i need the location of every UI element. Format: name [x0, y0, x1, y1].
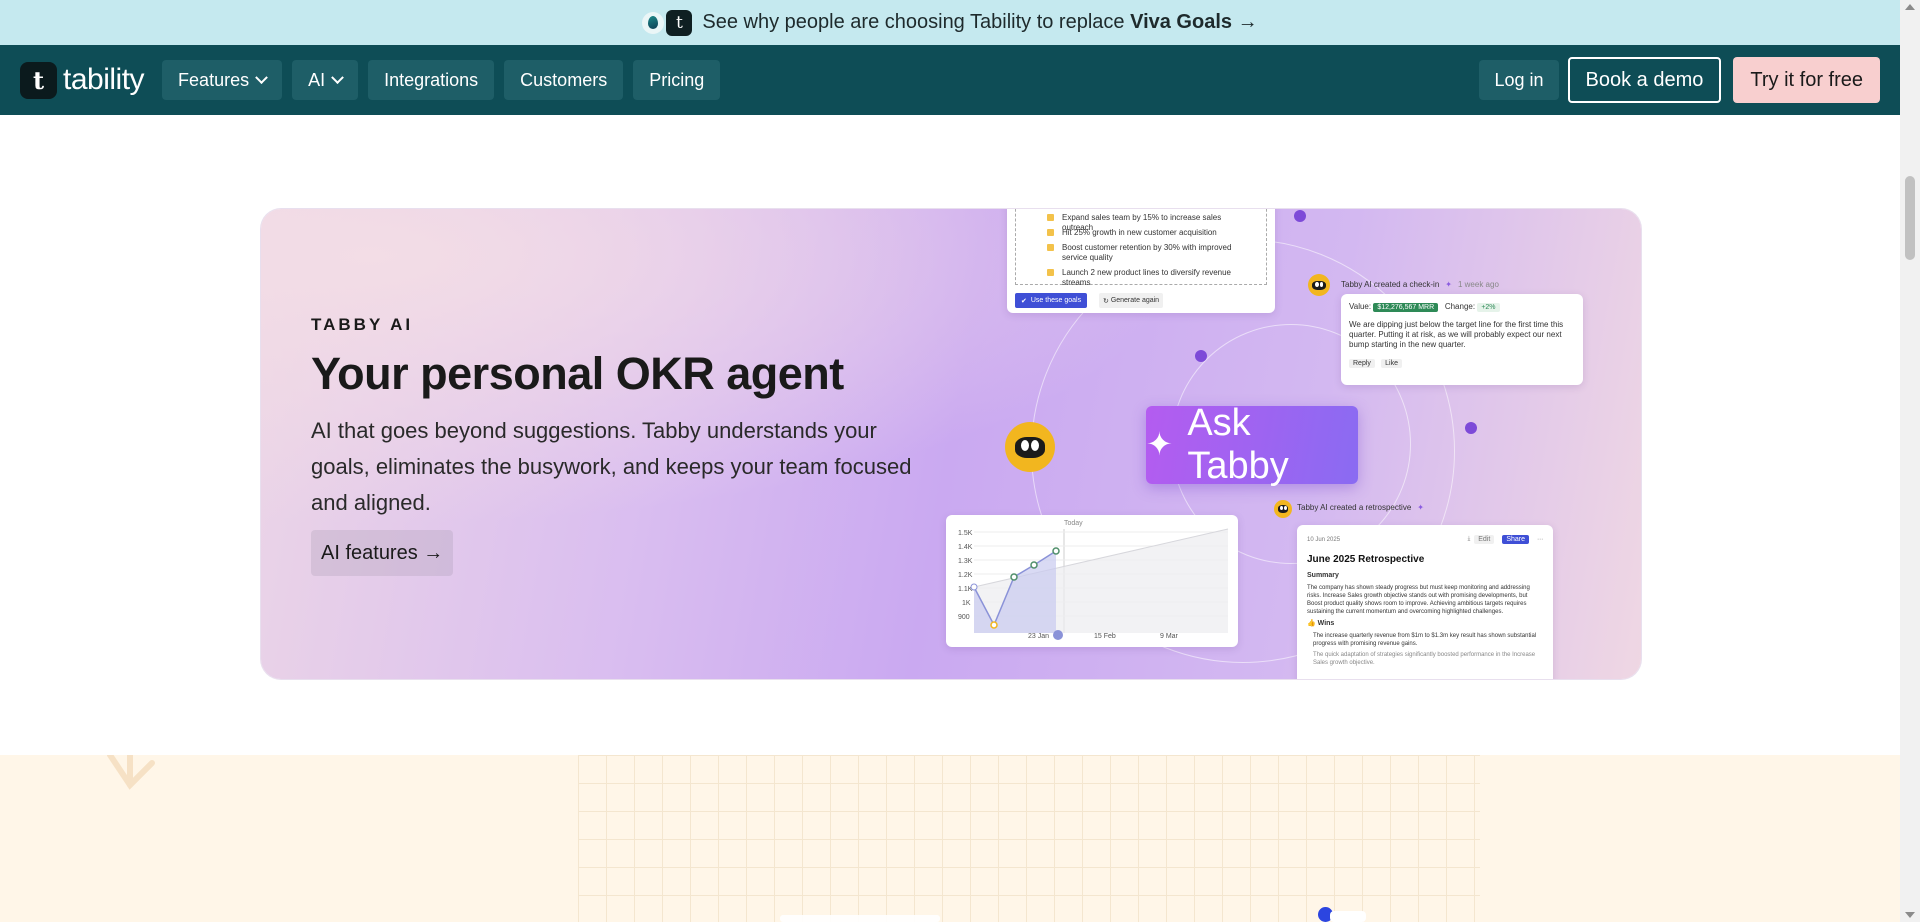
sparkle-icon: ✦: [1417, 503, 1424, 512]
svg-text:900: 900: [958, 614, 970, 621]
scroll-thumb[interactable]: [1905, 176, 1915, 260]
progress-chart: Today 1.5K 1.4K 1.3K 1.2K 1.1K 1K 900 23…: [958, 520, 1229, 640]
illustration-edge: [780, 915, 940, 922]
nav-item-customers[interactable]: Customers: [504, 60, 624, 100]
today-label: Today: [1064, 520, 1083, 527]
main-nav: t tability Features AI Integrations Cust…: [0, 45, 1900, 115]
progress-point: [970, 583, 978, 591]
sparkle-icon: [1146, 424, 1175, 464]
retro-header: Tabby AI created a retrospective ✦: [1297, 503, 1424, 512]
goal-item: Hit 25% growth in new customer acquisiti…: [1047, 228, 1247, 238]
check-circle-icon: ✔: [1021, 297, 1027, 305]
orbit-dot: [1465, 422, 1477, 434]
x-tick: 23 Jan: [1028, 633, 1049, 640]
generate-again-button[interactable]: ↻ Generate again: [1099, 293, 1164, 308]
goal-item: Boost customer retention by 30% with imp…: [1047, 243, 1247, 263]
announcement-logos: t: [642, 9, 693, 36]
checkin-header: Tabby AI created a check-in ✦ 1 week ago: [1341, 280, 1499, 289]
arrow-down-decoration-icon: [107, 755, 155, 790]
nav-item-ai[interactable]: AI: [292, 60, 359, 100]
y-ticks: 1.5K 1.4K 1.3K 1.2K 1.1K 1K 900: [958, 530, 973, 621]
more-icon[interactable]: ⋯: [1537, 536, 1543, 543]
ask-tabby-button[interactable]: Ask Tabby: [1146, 402, 1358, 487]
progress-point: [1030, 561, 1038, 569]
goal-icon: [1047, 244, 1054, 251]
scroll-up-icon[interactable]: [1905, 4, 1915, 10]
summary-label: Summary: [1307, 572, 1339, 579]
lower-section: [0, 755, 1900, 922]
suggested-goals-panel: Expand sales team by 15% to increase sal…: [1007, 209, 1275, 313]
page-scrollbar[interactable]: [1900, 0, 1920, 922]
today-marker-icon: [1053, 630, 1063, 640]
checkin-text: We are dipping just below the target lin…: [1349, 320, 1564, 349]
nav-item-pricing[interactable]: Pricing: [633, 60, 721, 100]
grid-decoration: [578, 755, 1480, 922]
announcement-text: See why people are choosing Tability to …: [702, 11, 1258, 33]
chevron-down-icon: [255, 70, 268, 84]
progress-chart-panel: Today 1.5K 1.4K 1.3K 1.2K 1.1K 1K 900 23…: [946, 515, 1238, 647]
scroll-down-icon[interactable]: [1905, 912, 1915, 918]
retrospective-panel: 10 Jun 2025 ⤓ Edit Share ⋯ June 2025 Ret…: [1297, 525, 1553, 679]
win-item: The quick adaptation of strategies signi…: [1313, 652, 1536, 666]
tabby-avatar-icon: [1308, 274, 1330, 296]
orbit-dot: [1294, 210, 1306, 222]
try-free-button[interactable]: Try it for free: [1733, 57, 1880, 103]
progress-point: [990, 621, 998, 629]
progress-point: [1010, 573, 1018, 581]
value-badge: $12,276,567 MRR: [1373, 303, 1439, 312]
tabby-avatar-icon: [1274, 500, 1292, 518]
hero-title: Your personal OKR agent: [311, 348, 844, 399]
brand-wordmark: tability: [63, 63, 145, 96]
progress-point: [1052, 547, 1060, 555]
share-button[interactable]: Share: [1502, 535, 1529, 544]
svg-text:1.3K: 1.3K: [958, 558, 973, 565]
svg-text:1.4K: 1.4K: [958, 544, 973, 551]
viva-goals-logo-icon: [642, 11, 665, 34]
win-item: The increase quarterly revenue from $1m …: [1313, 633, 1537, 647]
ai-features-button[interactable]: AI features →: [311, 530, 454, 576]
svg-text:1.2K: 1.2K: [958, 572, 973, 579]
like-button[interactable]: Like: [1381, 359, 1402, 368]
svg-text:1.5K: 1.5K: [958, 530, 973, 537]
goal-icon: [1047, 269, 1054, 276]
goal-item: Launch 2 new product lines to diversify …: [1047, 268, 1247, 288]
goal-icon: [1047, 214, 1054, 221]
wins-label: 👍 Wins: [1307, 620, 1335, 627]
x-tick: 15 Feb: [1094, 633, 1116, 640]
orbit-dot: [1195, 350, 1207, 362]
summary-text: The company has shown steady progress bu…: [1307, 585, 1530, 615]
arrow-right-icon: →: [1237, 11, 1258, 33]
download-icon[interactable]: ⤓: [1468, 536, 1471, 543]
use-goals-button[interactable]: ✔ Use these goals: [1015, 293, 1088, 308]
refresh-icon: ↻: [1103, 297, 1111, 305]
nav-item-integrations[interactable]: Integrations: [368, 60, 495, 100]
svg-text:1K: 1K: [962, 600, 971, 607]
tabby-ai-hero-card: TABBY AI Your personal OKR agent AI that…: [261, 209, 1641, 679]
announcement-bar[interactable]: t See why people are choosing Tability t…: [0, 0, 1900, 45]
book-demo-button[interactable]: Book a demo: [1567, 57, 1722, 103]
edit-button[interactable]: Edit: [1474, 535, 1495, 544]
hero-description: AI that goes beyond suggestions. Tabby u…: [311, 418, 912, 515]
reply-button[interactable]: Reply: [1349, 359, 1375, 368]
white-pill-decoration: [1330, 911, 1366, 922]
sparkle-icon: ✦: [1445, 280, 1452, 289]
checkin-panel: Value: $12,276,567 MRR Change: +2% We ar…: [1341, 294, 1583, 385]
goal-icon: [1047, 229, 1054, 236]
login-button[interactable]: Log in: [1479, 60, 1559, 100]
change-badge: +2%: [1477, 303, 1500, 312]
x-tick: 9 Mar: [1160, 633, 1179, 640]
retro-title: June 2025 Retrospective: [1307, 554, 1425, 565]
tability-mark-icon: t: [20, 61, 57, 99]
brand-logo[interactable]: t tability: [20, 61, 145, 99]
tability-logo-icon: t: [666, 9, 693, 36]
nav-item-features[interactable]: Features: [162, 60, 283, 100]
tabby-mascot-icon: [1005, 422, 1055, 472]
chevron-down-icon: [331, 70, 344, 84]
hero-eyebrow: TABBY AI: [311, 315, 414, 334]
